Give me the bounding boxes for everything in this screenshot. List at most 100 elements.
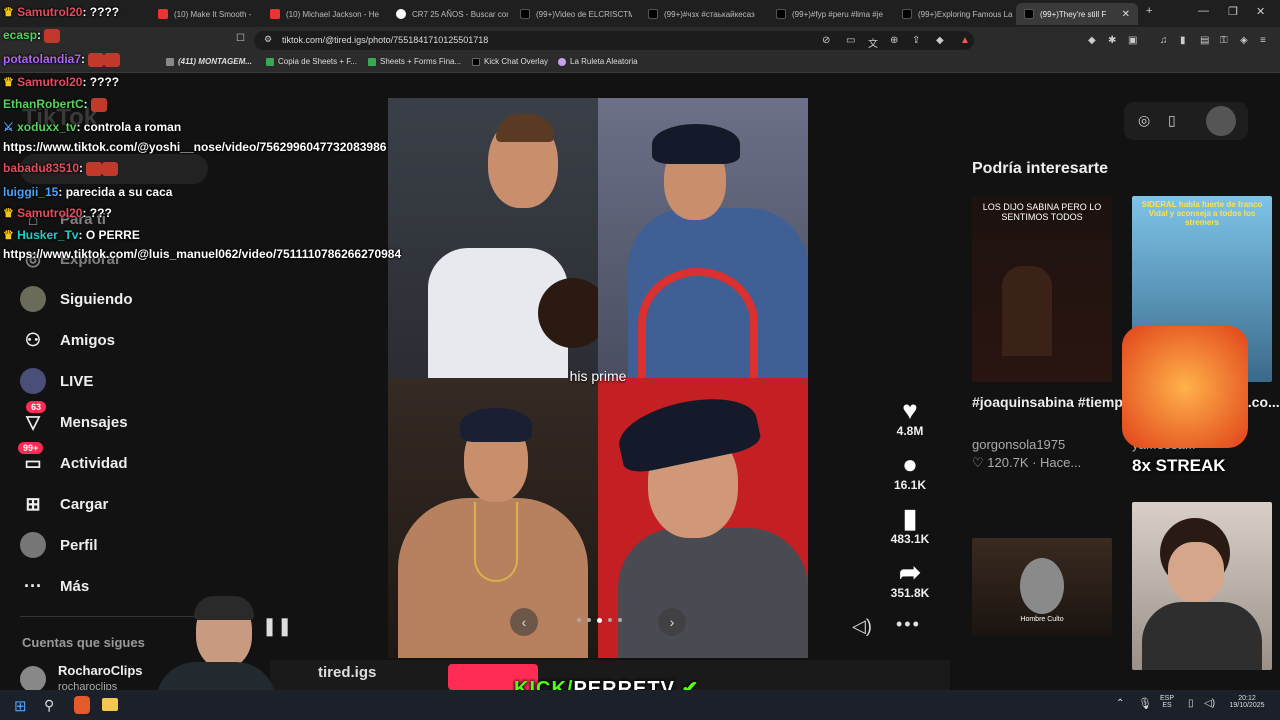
youtube-icon (270, 9, 280, 19)
share-icon[interactable]: ⇪ (912, 35, 920, 46)
avatar[interactable] (1206, 106, 1236, 136)
pause-icon[interactable]: ❚❚ (262, 616, 292, 637)
sheets-icon (266, 57, 274, 66)
chat-message: luiggii_15: parecida a su caca (3, 185, 173, 199)
url-field[interactable]: tiktok.com/@tired.igs/photo/755184171012… (254, 31, 974, 50)
minimize-icon[interactable]: — (1198, 5, 1209, 17)
browser-tab[interactable]: (99+)#чзх #стаькайкесаз (640, 3, 760, 25)
brave-shield-icon[interactable]: ◆ (936, 35, 944, 46)
more-options-icon[interactable]: ••• (896, 614, 921, 635)
bookmark-item[interactable]: Copia de Sheets + F... (266, 57, 357, 66)
search-icon[interactable]: ⚲ (44, 697, 54, 714)
browser-tab[interactable]: (99+)#fyp #peru #lima #je (768, 3, 888, 25)
sidebar-item-mas[interactable]: ··· Más (20, 573, 89, 599)
next-arrow-icon[interactable]: › (658, 608, 686, 636)
bookmark-item[interactable]: Kick Chat Overlay (472, 57, 548, 66)
pip-icon[interactable]: ▭ (846, 35, 855, 46)
photo-carousel[interactable]: his prime ‹ › (388, 98, 808, 658)
bookmark-icon[interactable]: ☐ (236, 33, 245, 44)
brave-rewards-icon[interactable]: ▲ (960, 35, 970, 46)
suggestion-author[interactable]: gorgonsola1975 (972, 437, 1065, 452)
clock[interactable]: 20:12 19/10/2025 (1222, 695, 1272, 709)
suggestion-thumb[interactable] (1132, 502, 1272, 670)
streak-label: 8x STREAK (1132, 456, 1226, 475)
browser-tab[interactable]: (10) Michael Jackson - He (262, 3, 380, 25)
browser-tab[interactable]: (99+)Exploring Famous La (894, 3, 1014, 25)
suggestion-thumb[interactable]: LOS DIJO SABINA PERO LO SENTIMOS TODOS (972, 196, 1112, 382)
suggestion-thumb[interactable]: Hombre Culto (972, 538, 1112, 636)
sidebar-item-cargar[interactable]: ⊞ Cargar (20, 491, 108, 517)
mute-site-icon[interactable]: ⊘ (822, 35, 830, 46)
windows-taskbar: ⊞ ⚲ ⌃ 🎙︎ ESP ES ▯ ◁) 20:12 19/10/2025 (0, 690, 1280, 720)
zoom-icon[interactable]: ⊕ (890, 35, 898, 46)
like-button[interactable]: ♥ 4.8M (880, 396, 940, 438)
bookmark-item[interactable]: Sheets + Forms Fina... (368, 57, 461, 66)
sidebar-item-mensajes[interactable]: ▽ 63 Mensajes (20, 401, 128, 435)
following-avatar[interactable] (20, 666, 46, 692)
comment-button[interactable]: ● 16.1K (880, 450, 940, 492)
sidebar-item-siguiendo[interactable]: Siguiendo (20, 286, 133, 312)
brave-icon[interactable] (74, 696, 90, 714)
language-indicator[interactable]: ESP ES (1160, 695, 1174, 709)
phone-link-icon[interactable]: ▯ (1188, 698, 1194, 709)
thumb-overlay-text: SIDERAL habla fuerte de franco Vidal y a… (1141, 200, 1263, 227)
cap-shape (652, 124, 740, 164)
browser-tab[interactable]: (10) Make It Smooth - You (150, 3, 254, 25)
emote-icon (44, 28, 61, 43)
sidebar-icon[interactable]: ▮ (1180, 35, 1186, 46)
browser-tab[interactable]: CR7 25 AÑOS - Buscar cor (388, 3, 508, 25)
volume-icon[interactable]: ◁) (852, 616, 872, 637)
close-icon[interactable]: ✕ (1122, 9, 1130, 20)
save-button[interactable]: ▮ 483.1K (880, 504, 940, 546)
sidebar-item-actividad[interactable]: ▭ 99+ Actividad (18, 442, 128, 476)
windows-start-icon[interactable]: ⊞ (14, 697, 27, 715)
translate-icon[interactable]: 文 (868, 35, 878, 50)
chain-shape (474, 502, 518, 582)
comment-icon: ● (902, 449, 918, 479)
following-name[interactable]: RocharoClips (58, 663, 143, 678)
carousel-dot[interactable] (586, 618, 591, 622)
chat-message: potatolandia7: (3, 52, 121, 67)
friends-icon: ⚇ (24, 329, 42, 350)
extension-icon[interactable]: ◆ (1088, 35, 1096, 46)
wallet-icon[interactable]: ▤ (1200, 35, 1209, 46)
sidebar-item-live[interactable]: LIVE (20, 368, 93, 394)
media-icon[interactable]: ♫ (1160, 35, 1168, 46)
prev-arrow-icon[interactable]: ‹ (510, 608, 538, 636)
bookmark-item[interactable]: La Ruleta Aleatoria (558, 57, 638, 66)
author-name[interactable]: tired.igs (318, 664, 376, 681)
vpn-icon[interactable]: ⚿ (1220, 35, 1228, 46)
messages-icon: ▽ 63 (20, 401, 47, 435)
microphone-icon[interactable]: 🎙︎ (1138, 697, 1152, 710)
screenshot-icon[interactable]: ▣ (1128, 35, 1137, 46)
carousel-dot-active[interactable] (596, 618, 602, 623)
app-icon[interactable]: ▯ (1168, 112, 1176, 129)
browser-tab-active[interactable]: (99+)They're still F ✕ (1016, 3, 1138, 25)
statue-shape (1020, 558, 1064, 614)
emote-icon (88, 52, 105, 67)
red-chair-shape (638, 268, 758, 378)
coins-icon[interactable]: ◎ (1138, 112, 1150, 129)
more-icon: ··· (24, 575, 42, 596)
bookmark-item[interactable]: (411) MONTAGEM... (166, 57, 252, 66)
site-info-icon[interactable]: ⚙ (264, 34, 272, 45)
file-explorer-icon[interactable] (102, 698, 118, 711)
browser-tab[interactable]: (99+)Video de ELCRISCTM (512, 3, 632, 25)
new-tab-button[interactable]: + (1146, 5, 1152, 17)
chat-message: ♛ Husker_Tv: O PERRE (3, 228, 140, 242)
sidebar-item-perfil[interactable]: Perfil (20, 532, 98, 558)
restore-icon[interactable]: ❐ (1228, 5, 1238, 18)
puzzle-icon[interactable]: ✱ (1108, 35, 1116, 46)
chat-message: ecasp: (3, 28, 61, 43)
shield-icon[interactable]: ◈ (1240, 35, 1248, 46)
carousel-dot[interactable] (576, 618, 581, 622)
carousel-dot[interactable] (617, 618, 622, 622)
carousel-dot[interactable] (607, 618, 612, 622)
window-close-icon[interactable]: ✕ (1256, 5, 1265, 18)
share-button[interactable]: ➦ 351.8K (880, 558, 940, 600)
sidebar-item-amigos[interactable]: ⚇ Amigos (20, 327, 115, 353)
speaker-icon[interactable]: ◁) (1204, 698, 1215, 709)
tray-chevron-icon[interactable]: ⌃ (1116, 698, 1124, 709)
menu-icon[interactable]: ≡ (1260, 35, 1266, 46)
face-shape (1168, 542, 1224, 602)
